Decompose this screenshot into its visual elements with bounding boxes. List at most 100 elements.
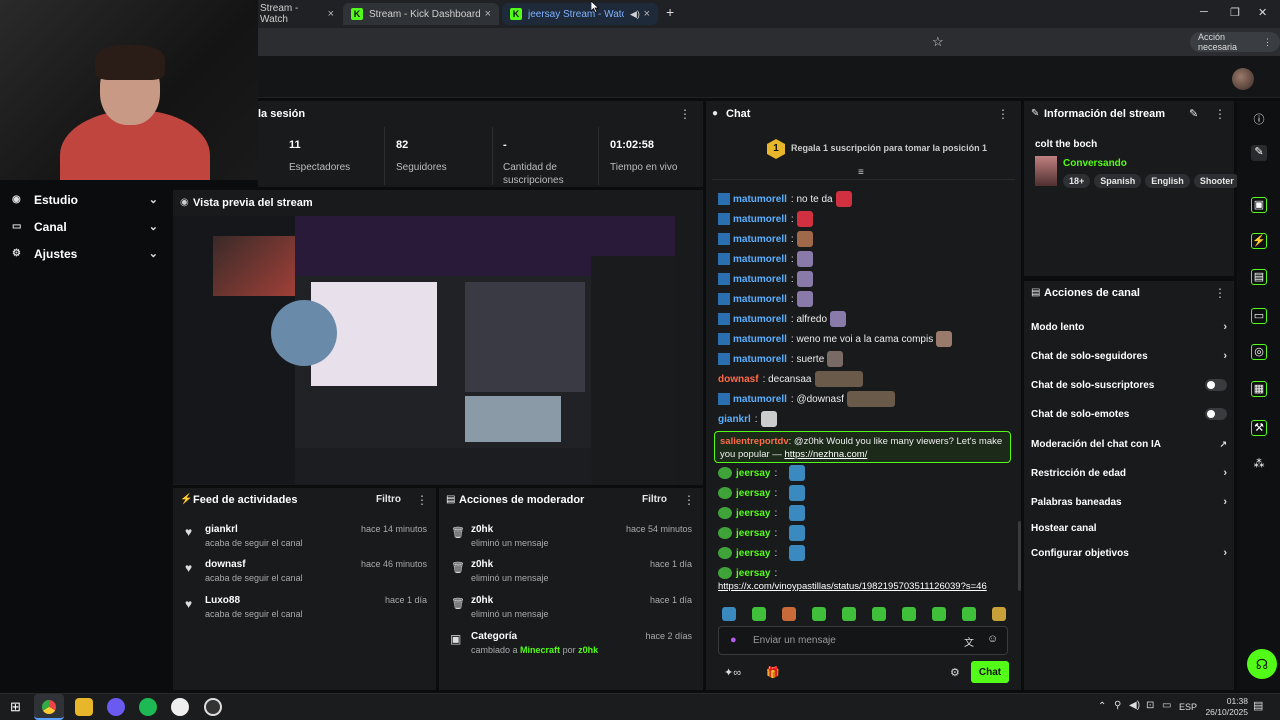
- edit-icon[interactable]: ✎: [1189, 107, 1198, 120]
- more-icon[interactable]: ⋮: [997, 107, 1009, 121]
- chat-username[interactable]: jeersay: [736, 528, 770, 539]
- stream-category[interactable]: Conversando: [1063, 158, 1127, 169]
- emote-icon[interactable]: [812, 607, 826, 621]
- camera-icon[interactable]: ▣: [1251, 197, 1267, 213]
- category-user[interactable]: z0hk: [578, 645, 598, 655]
- emote-icon[interactable]: [902, 607, 916, 621]
- filter-button[interactable]: Filtro: [376, 494, 401, 505]
- chat-username[interactable]: matumorell: [733, 314, 787, 325]
- windows-start-icon[interactable]: ⊞: [10, 699, 21, 715]
- file-explorer-icon[interactable]: [75, 698, 93, 716]
- slow-mode-item[interactable]: Modo lento ›: [1031, 319, 1227, 335]
- support-icon[interactable]: ☊: [1247, 649, 1277, 679]
- tag[interactable]: 18+: [1063, 174, 1091, 188]
- translate-icon[interactable]: 文: [964, 634, 974, 649]
- microphone-icon[interactable]: ●: [730, 634, 737, 646]
- sidebar-item-ajustes[interactable]: ⚙ Ajustes ⌄: [0, 240, 170, 267]
- tag[interactable]: Spanish: [1094, 174, 1142, 188]
- tag[interactable]: English: [1145, 174, 1190, 188]
- notification-icon[interactable]: ▤: [1253, 699, 1263, 712]
- chat-input[interactable]: ● Enviar un mensaje 文 ☺: [718, 626, 1008, 655]
- gear-icon[interactable]: ⚙: [950, 666, 960, 679]
- sidebar-item-canal[interactable]: ▭ Canal ⌄: [0, 213, 170, 240]
- close-icon[interactable]: ×: [485, 8, 491, 20]
- new-tab-icon[interactable]: +: [666, 4, 674, 20]
- avatar[interactable]: [1232, 68, 1254, 90]
- obs-icon[interactable]: [204, 698, 222, 716]
- volume-icon[interactable]: ◀): [1129, 700, 1140, 711]
- chat-username[interactable]: matumorell: [733, 334, 787, 345]
- emotes-only-toggle[interactable]: [1205, 408, 1227, 420]
- chat-username[interactable]: giankrl: [718, 414, 751, 425]
- age-restriction-item[interactable]: Restricción de edad ›: [1031, 465, 1227, 481]
- document-icon[interactable]: ▤: [1251, 269, 1267, 285]
- sidebar-item-estudio[interactable]: ◉ Estudio ⌄: [0, 186, 170, 213]
- chat-username[interactable]: matumorell: [733, 294, 787, 305]
- emote-icon[interactable]: [872, 607, 886, 621]
- category-game[interactable]: Minecraft: [520, 645, 560, 655]
- chat-username[interactable]: jeersay: [736, 488, 770, 499]
- layout-icon[interactable]: ▦: [1251, 381, 1267, 397]
- points-icon[interactable]: ✦∞: [724, 666, 741, 679]
- emote-icon[interactable]: [962, 607, 976, 621]
- maximize-icon[interactable]: ❐: [1230, 6, 1240, 19]
- gift-sub-text[interactable]: Regala 1 suscripción para tomar la posic…: [791, 143, 987, 153]
- more-icon[interactable]: ⋮: [1214, 107, 1226, 121]
- more-icon[interactable]: ⋮: [416, 493, 428, 507]
- filter-button[interactable]: Filtro: [642, 494, 667, 505]
- close-icon[interactable]: ×: [644, 8, 650, 20]
- more-icon[interactable]: ⋮: [1214, 286, 1226, 300]
- tag[interactable]: Shooter: [1193, 174, 1240, 188]
- chat-link[interactable]: https://x.com/vinoypastillas/status/1982…: [718, 581, 987, 592]
- info-icon[interactable]: ⓘ: [1251, 111, 1267, 127]
- emote-icon[interactable]: [752, 607, 766, 621]
- chat-username[interactable]: matumorell: [733, 274, 787, 285]
- wrench-icon[interactable]: ⚒: [1251, 420, 1267, 436]
- chevron-up-icon[interactable]: ⌃: [1098, 701, 1106, 712]
- chat-username[interactable]: matumorell: [733, 194, 787, 205]
- chat-username[interactable]: jeersay: [736, 548, 770, 559]
- chat-username[interactable]: matumorell: [733, 354, 787, 365]
- tab-kick-dashboard[interactable]: K Stream - Kick Dashboard ×: [343, 3, 499, 25]
- emote-icon[interactable]: [992, 607, 1006, 621]
- chat-username[interactable]: jeersay: [736, 568, 770, 579]
- chat-username[interactable]: matumorell: [733, 394, 787, 405]
- emote-icon[interactable]: [842, 607, 856, 621]
- tab-jeersay-stream[interactable]: K jeersay Stream - Watch Live ◀) ×: [502, 3, 658, 25]
- apps-icon[interactable]: ⁂: [1251, 457, 1267, 473]
- language-indicator[interactable]: ESP: [1179, 702, 1197, 712]
- chat-username[interactable]: matumorell: [733, 254, 787, 265]
- lightning-icon[interactable]: ⚡: [1251, 233, 1267, 249]
- more-icon[interactable]: ⋮: [683, 493, 695, 507]
- close-icon[interactable]: ×: [328, 8, 334, 20]
- tab-stream-watch[interactable]: Stream - Watch ×: [252, 3, 342, 25]
- chat-username[interactable]: matumorell: [733, 234, 787, 245]
- star-icon[interactable]: ☆: [932, 34, 944, 50]
- chat-username[interactable]: jeersay: [736, 508, 770, 519]
- chat-username[interactable]: salientreportdv: [720, 436, 789, 447]
- chat-username[interactable]: matumorell: [733, 214, 787, 225]
- category-thumbnail[interactable]: [1035, 156, 1057, 186]
- set-goals-item[interactable]: Configurar objetivos ›: [1031, 545, 1227, 561]
- speaker-icon[interactable]: ◀): [630, 9, 640, 20]
- host-channel-item[interactable]: Hostear canal: [1031, 520, 1227, 536]
- spotify-icon[interactable]: [139, 698, 157, 716]
- network-icon[interactable]: ⊡: [1146, 700, 1154, 711]
- action-needed-button[interactable]: Acción necesaria ⋮: [1190, 32, 1280, 52]
- followers-only-item[interactable]: Chat de solo-seguidores ›: [1031, 348, 1227, 364]
- clock[interactable]: 01:38 26/10/2025: [1200, 696, 1248, 718]
- emote-icon[interactable]: [722, 607, 736, 621]
- banned-words-item[interactable]: Palabras baneadas ›: [1031, 494, 1227, 510]
- stream-preview-video[interactable]: [173, 216, 675, 484]
- chat-scrollbar[interactable]: [1018, 521, 1021, 591]
- chat-username[interactable]: jeersay: [736, 468, 770, 479]
- emote-icon[interactable]: [932, 607, 946, 621]
- discord-icon[interactable]: [107, 698, 125, 716]
- collapse-icon[interactable]: ≡: [858, 167, 864, 178]
- display-icon[interactable]: ▭: [1162, 700, 1171, 711]
- microphone-icon[interactable]: ⚲: [1114, 700, 1121, 711]
- broadcast-icon[interactable]: ◎: [1251, 344, 1267, 360]
- gift-icon[interactable]: 🎁: [766, 666, 780, 679]
- ai-moderation-item[interactable]: Moderación del chat con IA ↗: [1031, 436, 1227, 452]
- chat-link[interactable]: https://nezhna.com/: [784, 449, 867, 460]
